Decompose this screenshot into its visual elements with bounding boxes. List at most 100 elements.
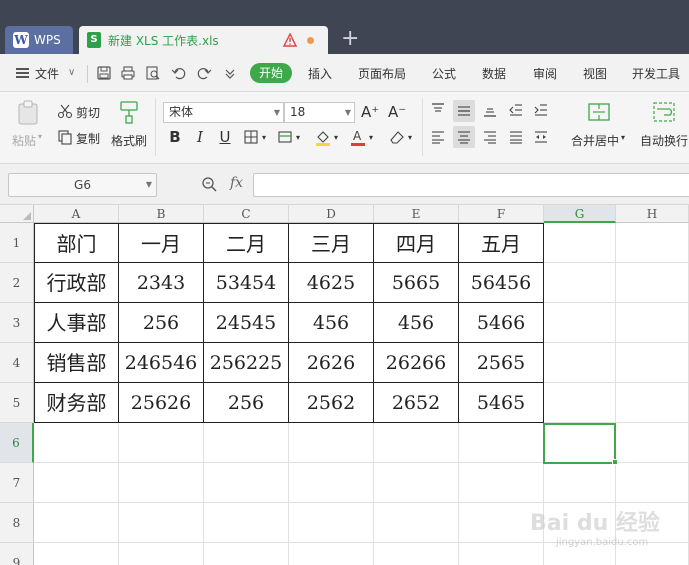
border-icon[interactable] bbox=[243, 129, 259, 145]
new-tab-button[interactable]: + bbox=[341, 28, 359, 50]
increase-font-button[interactable]: A⁺ bbox=[361, 103, 379, 121]
cell-a7[interactable] bbox=[34, 463, 119, 503]
cell-d7[interactable] bbox=[289, 463, 374, 503]
row-header-8[interactable]: 8 bbox=[0, 503, 34, 543]
font-color-icon[interactable]: A bbox=[349, 128, 367, 146]
column-header-b[interactable]: B bbox=[119, 205, 204, 223]
cell-g5[interactable] bbox=[544, 383, 616, 423]
print-icon[interactable] bbox=[120, 65, 136, 81]
tab-review[interactable]: 审阅 bbox=[533, 65, 557, 82]
cell-a6[interactable] bbox=[34, 423, 119, 463]
row-header-3[interactable]: 3 bbox=[0, 303, 34, 343]
column-header-e[interactable]: E bbox=[374, 205, 459, 223]
tab-developer[interactable]: 开发工具 bbox=[632, 65, 680, 82]
cell-e6[interactable] bbox=[374, 423, 459, 463]
cell-b8[interactable] bbox=[119, 503, 204, 543]
column-header-g[interactable]: G bbox=[544, 205, 616, 223]
wrap-text-button[interactable]: 自动换行 bbox=[640, 132, 688, 149]
table-cell-b5[interactable]: 25626 bbox=[119, 383, 204, 423]
tab-view[interactable]: 视图 bbox=[583, 65, 607, 82]
chevron-down-icon[interactable]: ▾ bbox=[38, 132, 42, 141]
insert-function-button[interactable]: fx bbox=[230, 175, 243, 191]
cell-h1[interactable] bbox=[616, 223, 689, 263]
font-name-select[interactable]: 宋体 ▼ bbox=[163, 102, 284, 123]
column-header-c[interactable]: C bbox=[204, 205, 289, 223]
align-left-icon[interactable] bbox=[430, 129, 446, 145]
increase-indent-icon[interactable] bbox=[533, 102, 549, 118]
table-cell-a2[interactable]: 行政部 bbox=[34, 263, 119, 303]
table-cell-c5[interactable]: 256 bbox=[204, 383, 289, 423]
cell-h3[interactable] bbox=[616, 303, 689, 343]
cell-h6[interactable] bbox=[616, 423, 689, 463]
cell-e7[interactable] bbox=[374, 463, 459, 503]
cell-g7[interactable] bbox=[544, 463, 616, 503]
cell-b9[interactable] bbox=[119, 543, 204, 565]
bold-button[interactable]: B bbox=[166, 128, 184, 146]
chevron-down-icon[interactable]: ▾ bbox=[369, 133, 373, 142]
table-header-cell-a1[interactable]: 部门 bbox=[34, 223, 119, 263]
spreadsheet-grid[interactable]: A B C D E F G H 1 部门 一月 二月 三月 四月 五月 2 行政部 2343 53454 4625 56… bbox=[0, 205, 689, 565]
name-box[interactable]: G6 ▼ bbox=[8, 173, 157, 197]
decrease-indent-icon[interactable] bbox=[508, 102, 524, 118]
cell-a9[interactable] bbox=[34, 543, 119, 565]
table-cell-e3[interactable]: 456 bbox=[374, 303, 459, 343]
cell-d9[interactable] bbox=[289, 543, 374, 565]
table-cell-d2[interactable]: 4625 bbox=[289, 263, 374, 303]
table-header-cell-b1[interactable]: 一月 bbox=[119, 223, 204, 263]
table-cell-c3[interactable]: 24545 bbox=[204, 303, 289, 343]
format-painter-button[interactable]: 格式刷 bbox=[111, 132, 147, 149]
font-size-select[interactable]: 18 ▼ bbox=[284, 102, 355, 123]
print-preview-icon[interactable] bbox=[145, 65, 161, 81]
table-cell-e4[interactable]: 26266 bbox=[374, 343, 459, 383]
tab-page-layout[interactable]: 页面布局 bbox=[358, 65, 406, 82]
tab-formulas[interactable]: 公式 bbox=[432, 65, 456, 82]
align-middle-icon[interactable] bbox=[456, 103, 472, 119]
cell-f6[interactable] bbox=[459, 423, 544, 463]
document-tab[interactable]: S 新建 XLS 工作表.xls bbox=[79, 26, 328, 54]
wps-home-tab[interactable]: W WPS bbox=[5, 26, 73, 54]
table-cell-f2[interactable]: 56456 bbox=[459, 263, 544, 303]
chevron-down-icon[interactable]: ▾ bbox=[262, 133, 266, 142]
underline-button[interactable]: U bbox=[216, 128, 234, 146]
table-cell-b3[interactable]: 256 bbox=[119, 303, 204, 343]
cell-c7[interactable] bbox=[204, 463, 289, 503]
cell-d6[interactable] bbox=[289, 423, 374, 463]
cell-a8[interactable] bbox=[34, 503, 119, 543]
merge-center-button[interactable]: 合并居中 bbox=[571, 132, 619, 149]
redo-icon[interactable] bbox=[196, 65, 212, 81]
table-header-cell-c1[interactable]: 二月 bbox=[204, 223, 289, 263]
tab-data[interactable]: 数据 bbox=[482, 65, 506, 82]
align-top-icon[interactable] bbox=[430, 102, 446, 118]
row-header-2[interactable]: 2 bbox=[0, 263, 34, 303]
table-cell-f5[interactable]: 5465 bbox=[459, 383, 544, 423]
row-header-1[interactable]: 1 bbox=[0, 223, 34, 263]
paste-button[interactable]: 粘贴 bbox=[12, 132, 36, 149]
select-all-corner[interactable] bbox=[0, 205, 34, 223]
chevron-down-icon[interactable]: ∨ bbox=[68, 67, 75, 78]
decrease-font-button[interactable]: A⁻ bbox=[388, 103, 406, 121]
file-menu[interactable]: 文件 bbox=[35, 65, 59, 82]
cell-h2[interactable] bbox=[616, 263, 689, 303]
cell-e8[interactable] bbox=[374, 503, 459, 543]
table-cell-d3[interactable]: 456 bbox=[289, 303, 374, 343]
cell-e9[interactable] bbox=[374, 543, 459, 565]
column-header-d[interactable]: D bbox=[289, 205, 374, 223]
row-header-5[interactable]: 5 bbox=[0, 383, 34, 423]
tab-start[interactable]: 开始 bbox=[250, 63, 292, 83]
cell-h4[interactable] bbox=[616, 343, 689, 383]
cell-h5[interactable] bbox=[616, 383, 689, 423]
chevron-down-icon[interactable]: ▾ bbox=[334, 133, 338, 142]
table-cell-d4[interactable]: 2626 bbox=[289, 343, 374, 383]
active-cell-cursor[interactable] bbox=[543, 423, 616, 464]
table-cell-a5[interactable]: 财务部 bbox=[34, 383, 119, 423]
table-cell-e2[interactable]: 5665 bbox=[374, 263, 459, 303]
undo-icon[interactable] bbox=[171, 65, 187, 81]
row-header-4[interactable]: 4 bbox=[0, 343, 34, 383]
table-cell-d5[interactable]: 2562 bbox=[289, 383, 374, 423]
table-cell-a3[interactable]: 人事部 bbox=[34, 303, 119, 343]
fill-color-icon[interactable] bbox=[314, 128, 332, 146]
table-header-cell-e1[interactable]: 四月 bbox=[374, 223, 459, 263]
table-cell-b2[interactable]: 2343 bbox=[119, 263, 204, 303]
cell-b6[interactable] bbox=[119, 423, 204, 463]
cut-button[interactable]: 剪切 bbox=[76, 104, 100, 121]
